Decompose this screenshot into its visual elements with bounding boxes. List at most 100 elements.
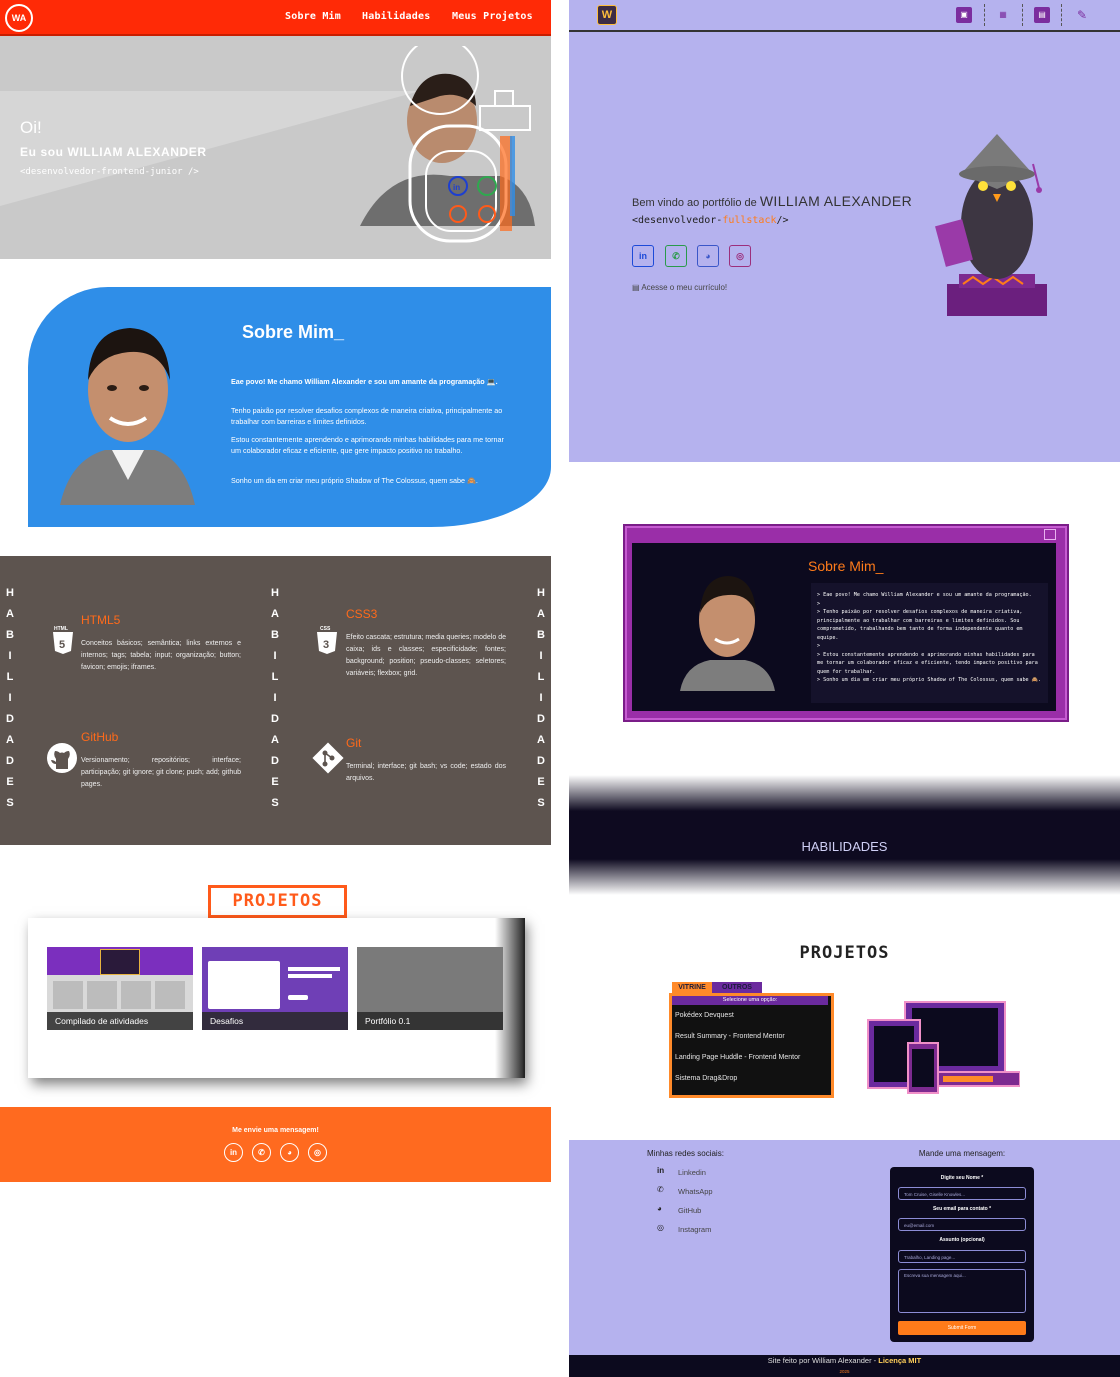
skills-icon[interactable]: ▦ xyxy=(995,7,1011,23)
skill-text-github: Versionamento; repositórios; interface; … xyxy=(81,757,241,788)
contact-icon[interactable]: ✎ xyxy=(1074,7,1090,23)
name-input[interactable]: Tom Cruise, Giselle Knowles... xyxy=(898,1187,1026,1200)
about-paragraph-2: Tenho paixão por resolver desafios compl… xyxy=(231,406,503,426)
social-link-github[interactable]: GitHub xyxy=(678,1206,701,1215)
svg-text:HTML: HTML xyxy=(54,626,68,632)
vitrine-item-result-summary[interactable]: Result Summary - Frontend Mentor xyxy=(675,1033,785,1040)
nav-separator xyxy=(1061,4,1062,26)
hero-tagline: <desenvolvedor-frontend-junior /> xyxy=(20,167,199,177)
skill-title-git: Git xyxy=(346,736,362,750)
whatsapp-icon[interactable]: ✆ xyxy=(252,1143,271,1162)
vertical-habilidades-2: HABILIDADES xyxy=(271,587,279,809)
skill-title-css3: CSS3 xyxy=(346,607,378,621)
project-card-compilado[interactable]: Compilado de atividades xyxy=(47,947,193,1030)
right-contact-section xyxy=(569,1140,1120,1355)
about-paragraph-4: Sonho um dia em criar meu próprio Shadow… xyxy=(231,476,478,485)
name-label: Digite seu Nome * xyxy=(940,1175,984,1181)
vitrine-item-pokedex[interactable]: Pokédex Devquest xyxy=(675,1012,734,1019)
linkedin-icon[interactable]: in xyxy=(224,1143,243,1162)
window-maximize-icon[interactable] xyxy=(1044,529,1056,540)
instagram-icon[interactable]: ◎ xyxy=(308,1143,327,1162)
linkedin-icon[interactable]: in xyxy=(632,245,654,267)
terminal-line: > Tenho paixão por resolver desafios com… xyxy=(817,609,1023,641)
social-link-instagram[interactable]: Instagram xyxy=(678,1225,711,1234)
about-terminal: > Eae povo! Me chamo William Alexander e… xyxy=(811,583,1048,703)
nav-link-meus-projetos[interactable]: Meus Projetos xyxy=(452,11,533,22)
vertical-habilidades-3: HABILIDADES xyxy=(537,587,545,809)
dev-tag-prefix: <desenvolvedor- xyxy=(632,215,723,226)
about-portrait xyxy=(60,328,195,505)
footer-credit: Site feito por William Alexander - Licen… xyxy=(569,1356,1120,1365)
terminal-line: > Estou constantemente aprendendo e apri… xyxy=(817,651,1038,675)
right-skills-band xyxy=(569,775,1120,895)
vitrine-item-drag-drop[interactable]: Sistema Drag&Drop xyxy=(675,1075,737,1082)
nav-link-habilidades[interactable]: Habilidades xyxy=(362,11,430,22)
w-logo-icon[interactable]: W xyxy=(597,5,617,25)
social-title: Minhas redes sociais: xyxy=(647,1149,724,1158)
email-label: Seu email para contato * xyxy=(932,1206,992,1212)
nav-separator xyxy=(984,4,985,26)
profile-icon[interactable]: ▣ xyxy=(956,7,972,23)
git-icon xyxy=(312,742,344,774)
left-projects-title: PROJETOS xyxy=(208,885,347,918)
nav-link-sobre-mim[interactable]: Sobre Mim xyxy=(285,11,341,22)
projects-icon[interactable]: ▤ xyxy=(1034,7,1050,23)
submit-button[interactable]: Submit Form xyxy=(898,1321,1026,1335)
skills-title: HABILIDADES xyxy=(801,839,888,854)
right-projects-title: PROJETOS xyxy=(799,943,890,963)
project-card-caption: Desafios xyxy=(202,1012,348,1030)
whatsapp-icon: ✆ xyxy=(657,1185,664,1194)
skill-text-html5: Conceitos básicos; semântica; links exte… xyxy=(81,640,241,671)
about-paragraph-3: Estou constantemente aprendendo e aprimo… xyxy=(231,435,504,455)
hero-name: Eu sou WILLIAM ALEXANDER xyxy=(20,145,207,159)
github-icon xyxy=(47,743,77,773)
css3-icon: CSS 3 xyxy=(317,626,337,654)
hero-dev-tag: <desenvolvedor-fullstack/> xyxy=(632,215,789,226)
vitrine-item-landing-huddle[interactable]: Landing Page Huddle - Frontend Mentor xyxy=(675,1054,800,1061)
cv-link-label: Acesse o meu currículo! xyxy=(641,283,728,292)
project-card-portfolio[interactable]: Portfólio 0.1 xyxy=(357,947,503,1030)
terminal-line: > xyxy=(817,643,821,649)
terminal-line: > xyxy=(817,600,821,607)
owl-mascot-illustration xyxy=(935,134,1047,316)
skill-title-html5: HTML5 xyxy=(81,613,121,627)
github-icon: ◕ xyxy=(657,1204,662,1213)
about-title: Sobre Mim_ xyxy=(808,558,884,574)
wa-logo-icon[interactable]: WA xyxy=(5,4,33,32)
linkedin-icon: in xyxy=(657,1166,665,1175)
footer-message-title: Me envie uma mensagem! xyxy=(232,1127,319,1134)
subject-label: Assunto (opcional) xyxy=(939,1237,985,1243)
about-paragraph-1: Eae povo! Me chamo William Alexander e s… xyxy=(231,377,498,386)
email-input[interactable]: eu@email.com xyxy=(898,1218,1026,1231)
about-title: Sobre Mim_ xyxy=(242,322,345,342)
svg-text:3: 3 xyxy=(323,639,329,651)
vertical-habilidades-1: HABILIDADES xyxy=(6,587,14,809)
message-textarea[interactable]: Escreva sua mensagem aqui... xyxy=(898,1269,1026,1313)
dev-tag-role: fullstack xyxy=(722,215,777,226)
left-footer xyxy=(0,1107,551,1182)
subject-input[interactable]: Trabalho, Landing page... xyxy=(898,1250,1026,1263)
hero-welcome-text: Bem vindo ao portfólio de xyxy=(632,197,757,209)
form-title: Mande uma mensagem: xyxy=(918,1149,1006,1158)
license-link[interactable]: Licença MIT xyxy=(878,1356,921,1365)
cv-link[interactable]: ▤ Acesse o meu currículo! xyxy=(632,283,727,292)
social-link-linkedin[interactable]: Linkedin xyxy=(678,1168,706,1177)
dev-tag-suffix: /> xyxy=(776,215,789,226)
svg-text:in: in xyxy=(453,183,460,192)
whatsapp-icon[interactable]: ✆ xyxy=(665,245,687,267)
instagram-icon: ◎ xyxy=(657,1223,664,1232)
github-icon[interactable]: ◕ xyxy=(697,245,719,267)
instagram-icon[interactable]: ◎ xyxy=(729,245,751,267)
hero-greeting: Oi! xyxy=(20,118,42,137)
skill-text-css3: Efeito cascata; estrutura; media queries… xyxy=(346,634,506,677)
social-link-whatsapp[interactable]: WhatsApp xyxy=(678,1187,713,1196)
svg-text:CSS: CSS xyxy=(320,626,331,632)
vitrine-select-hint: Selecione uma opção: xyxy=(672,996,828,1005)
svg-text:5: 5 xyxy=(59,639,65,651)
project-card-desafios[interactable]: Desafios xyxy=(202,947,348,1030)
footer-year: 2025 xyxy=(839,1369,850,1374)
github-icon[interactable]: ◕ xyxy=(280,1143,299,1162)
skill-title-github: GitHub xyxy=(81,730,119,744)
about-portrait xyxy=(680,576,775,691)
vitrine-panel xyxy=(669,993,834,1098)
